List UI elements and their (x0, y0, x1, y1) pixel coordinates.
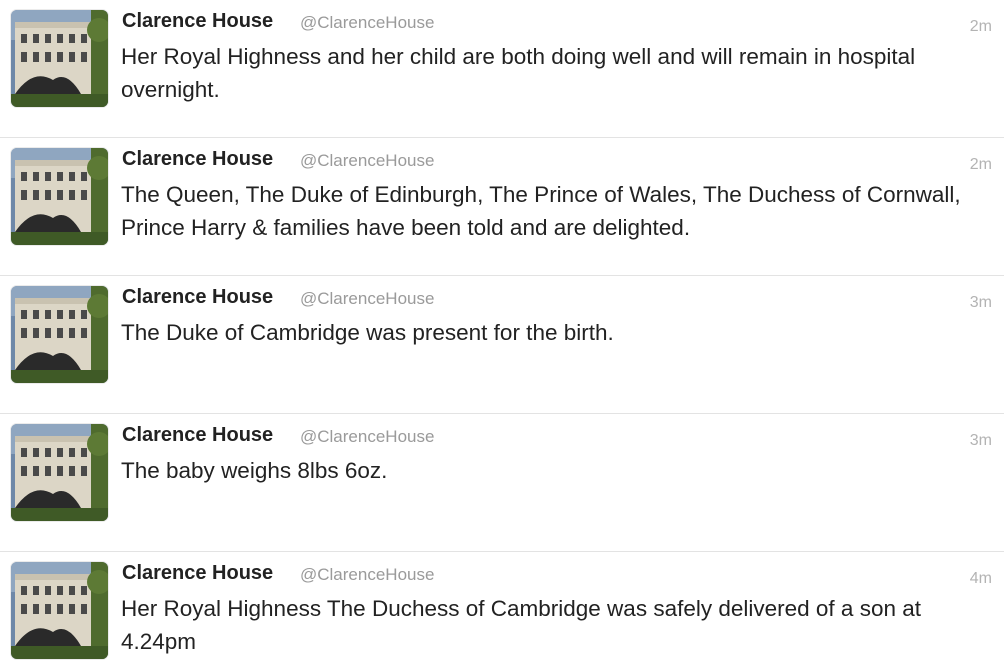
tweet-text: The Duke of Cambridge was present for th… (121, 320, 614, 345)
account-handle[interactable]: @ClarenceHouse (300, 289, 434, 309)
tweet-text: Her Royal Highness and her child are bot… (121, 44, 916, 102)
avatar[interactable] (11, 148, 108, 245)
tweet-item[interactable]: Clarence House @ClarenceHouse 3m The Duk… (0, 276, 1004, 414)
clarence-house-building-icon (11, 10, 108, 107)
tweet-timestamp[interactable]: 3m (970, 294, 992, 312)
account-handle[interactable]: @ClarenceHouse (300, 151, 434, 171)
tweet-timestamp[interactable]: 3m (970, 432, 992, 450)
avatar[interactable] (11, 562, 108, 659)
tweet-text: The baby weighs 8lbs 6oz. (121, 458, 388, 483)
tweet-text: The Queen, The Duke of Edinburgh, The Pr… (121, 182, 961, 240)
avatar[interactable] (11, 424, 108, 521)
tweet-item[interactable]: Clarence House @ClarenceHouse 4m Her Roy… (0, 552, 1004, 668)
account-handle[interactable]: @ClarenceHouse (300, 565, 434, 585)
account-handle[interactable]: @ClarenceHouse (300, 13, 434, 33)
avatar[interactable] (11, 10, 108, 107)
clarence-house-building-icon (11, 148, 108, 245)
avatar[interactable] (11, 286, 108, 383)
tweet-item[interactable]: Clarence House @ClarenceHouse 2m The Que… (0, 138, 1004, 276)
account-name[interactable]: Clarence House (122, 562, 273, 585)
account-name[interactable]: Clarence House (122, 286, 273, 309)
tweet-timestamp[interactable]: 4m (970, 570, 992, 588)
tweet-text: Her Royal Highness The Duchess of Cambri… (121, 596, 921, 654)
clarence-house-building-icon (11, 286, 108, 383)
account-name[interactable]: Clarence House (122, 424, 273, 447)
clarence-house-building-icon (11, 562, 108, 659)
tweet-item[interactable]: Clarence House @ClarenceHouse 2m Her Roy… (0, 0, 1004, 138)
account-name[interactable]: Clarence House (122, 10, 273, 33)
tweet-timestamp[interactable]: 2m (970, 18, 992, 36)
account-name[interactable]: Clarence House (122, 148, 273, 171)
tweet-timeline: Clarence House @ClarenceHouse 2m Her Roy… (0, 0, 1004, 668)
tweet-item[interactable]: Clarence House @ClarenceHouse 3m The bab… (0, 414, 1004, 552)
tweet-timestamp[interactable]: 2m (970, 156, 992, 174)
account-handle[interactable]: @ClarenceHouse (300, 427, 434, 447)
clarence-house-building-icon (11, 424, 108, 521)
